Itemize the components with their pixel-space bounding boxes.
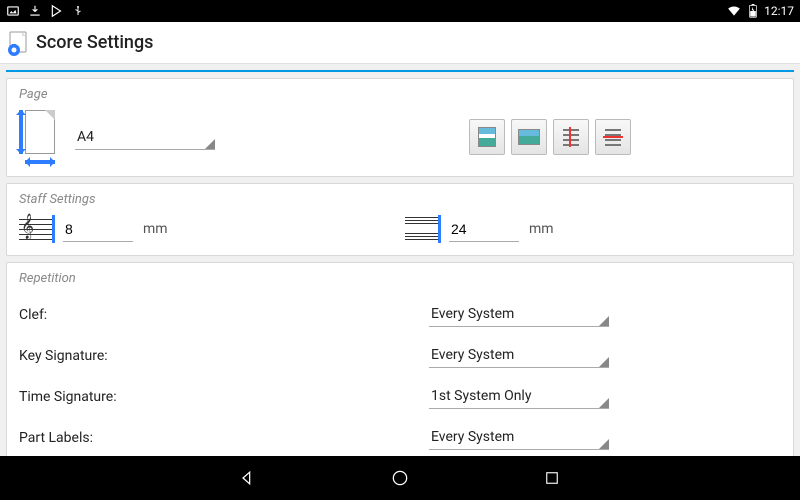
download-icon [28,4,42,18]
dropdown-caret-icon [599,316,609,326]
status-time: 12:17 [764,4,794,18]
nav-recent-button[interactable] [541,467,563,489]
time-signature-dropdown[interactable]: 1st System Only [429,384,609,409]
staff-height-input[interactable] [63,217,133,242]
staff-panel-title: Staff Settings [19,192,781,207]
staff-spacing-input[interactable] [449,217,519,242]
dropdown-caret-icon [599,357,609,367]
part-labels-label: Part Labels: [19,430,429,446]
status-bar: 12:17 [0,0,800,22]
repetition-panel-title: Repetition [19,271,781,286]
staff-spacing-unit: mm [529,221,554,237]
dropdown-caret-icon [205,139,215,149]
page-panel: Page A4 [6,78,794,177]
key-signature-dropdown[interactable]: Every System [429,343,609,368]
usb-icon [72,4,84,18]
page-title: Score Settings [36,32,153,53]
staff-spacing-icon [405,215,439,243]
play-store-icon [50,4,64,18]
dropdown-caret-icon [599,398,609,408]
clef-dropdown[interactable]: Every System [429,302,609,327]
page-panel-title: Page [19,87,781,102]
margins-vertical-button[interactable] [553,119,589,155]
repetition-row-parts: Part Labels: Every System [19,417,781,456]
clef-label: Clef: [19,307,429,323]
image-icon [6,4,20,18]
content-area: Page A4 Staff Settings � [0,64,800,456]
staff-panel: Staff Settings 𝄞 mm mm [6,183,794,256]
app-bar: Score Settings [0,22,800,64]
page-size-icon[interactable] [19,110,63,164]
margins-horizontal-button[interactable] [595,119,631,155]
navigation-bar [0,456,800,500]
time-signature-label: Time Signature: [19,389,429,405]
staff-height-icon: 𝄞 [19,215,53,243]
repetition-row-clef: Clef: Every System [19,294,781,335]
battery-icon [748,4,758,18]
orientation-landscape-button[interactable] [511,119,547,155]
repetition-row-key: Key Signature: Every System [19,335,781,376]
nav-back-button[interactable] [237,467,259,489]
page-size-dropdown[interactable]: A4 [75,125,215,150]
part-labels-dropdown[interactable]: Every System [429,425,609,450]
key-signature-label: Key Signature: [19,348,429,364]
accent-divider [6,70,794,72]
staff-height-unit: mm [143,221,168,237]
dropdown-caret-icon [599,439,609,449]
app-icon [6,30,32,56]
wifi-icon [726,4,742,18]
repetition-row-time: Time Signature: 1st System Only [19,376,781,417]
orientation-portrait-button[interactable] [469,119,505,155]
nav-home-button[interactable] [389,467,411,489]
repetition-panel: Repetition Clef: Every System Key Signat… [6,262,794,456]
page-size-value: A4 [77,129,94,145]
